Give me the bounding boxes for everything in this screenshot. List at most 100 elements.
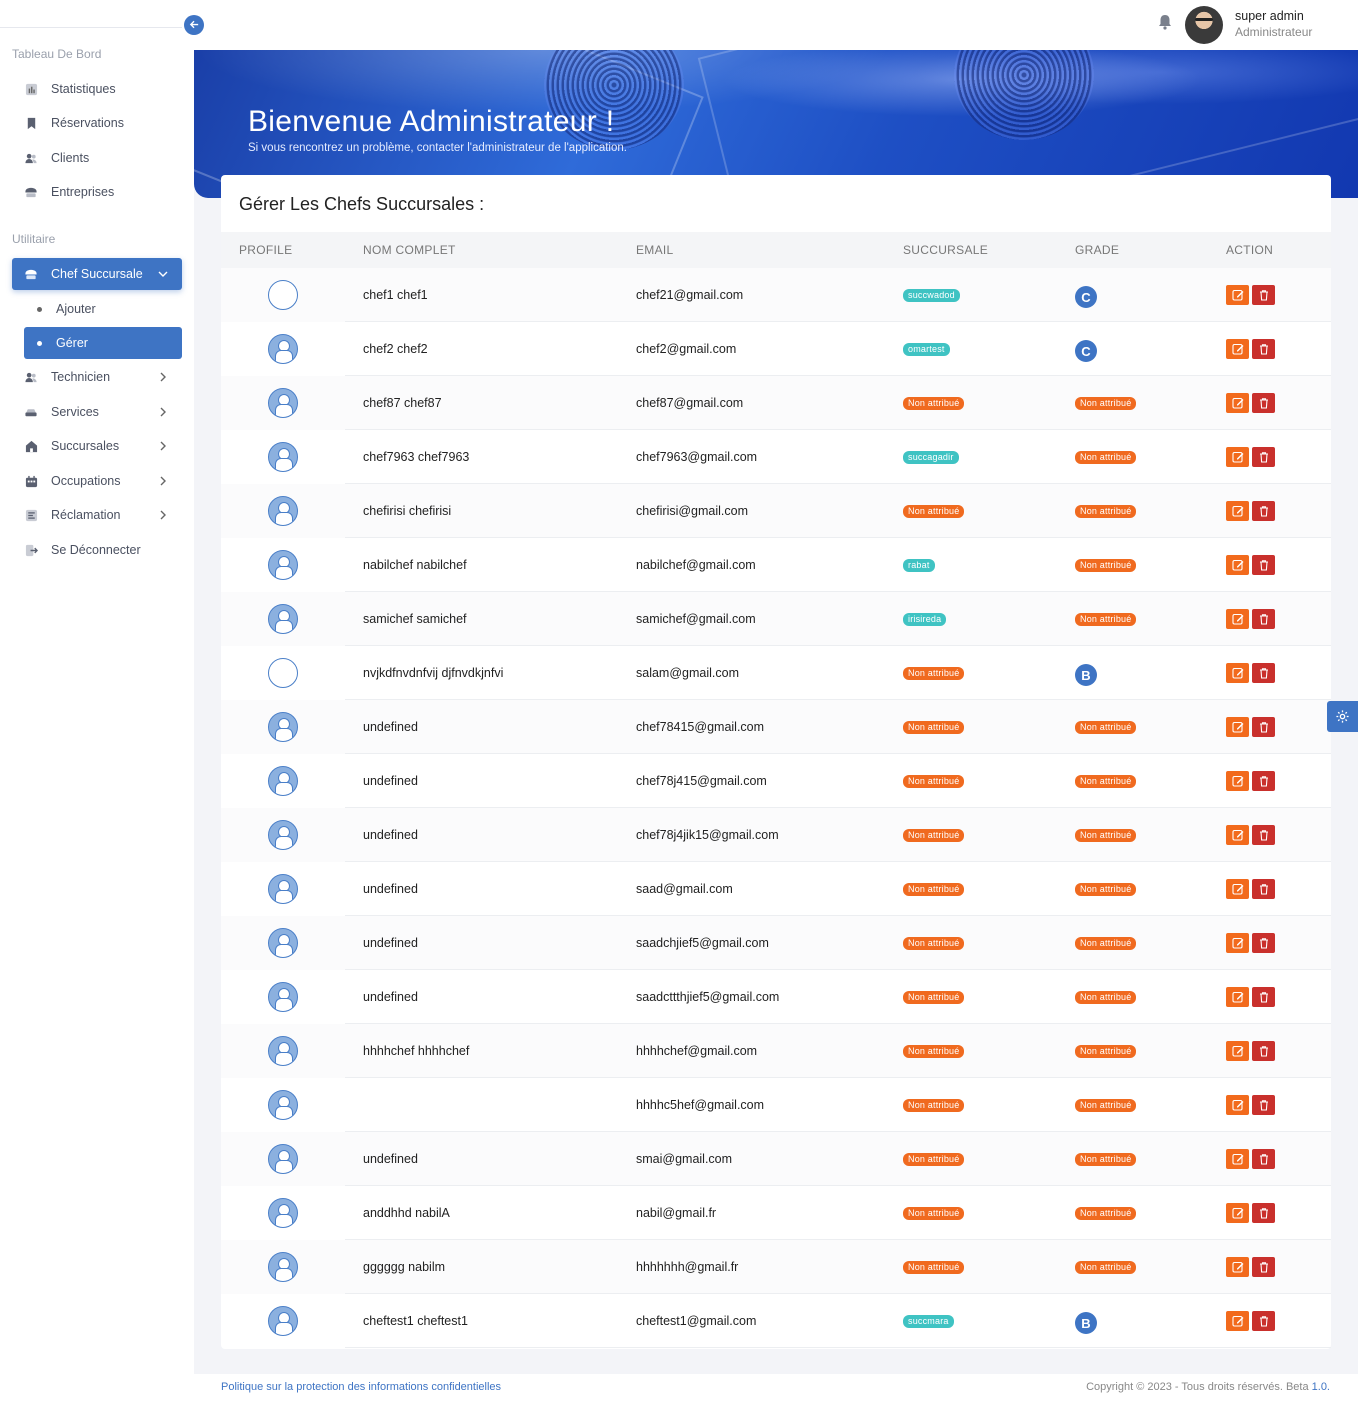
edit-button[interactable] (1226, 987, 1249, 1007)
edit-button[interactable] (1226, 1203, 1249, 1223)
banner-title: Bienvenue Administrateur ! (248, 105, 615, 138)
avatar (268, 1036, 298, 1066)
collapse-sidebar-button[interactable] (184, 15, 204, 35)
email-cell: chef78415@gmail.com (636, 720, 765, 734)
grade-badge: B (1075, 664, 1097, 686)
edit-button[interactable] (1226, 609, 1249, 629)
delete-button[interactable] (1252, 555, 1275, 575)
delete-button[interactable] (1252, 609, 1275, 629)
edit-button[interactable] (1226, 339, 1249, 359)
sidebar-item-entreprises[interactable]: Entreprises (12, 176, 182, 208)
delete-button[interactable] (1252, 1257, 1275, 1277)
edit-button[interactable] (1226, 771, 1249, 791)
bullet-icon (37, 340, 42, 346)
sidebar-item-statistiques[interactable]: Statistiques (12, 73, 182, 105)
sidebar-item-clients[interactable]: Clients (12, 142, 182, 174)
table-row: undefined saad@gmail.com Non attribué No… (221, 862, 1331, 916)
succursale-cell: Non attribué (903, 1024, 965, 1078)
user-name[interactable]: super admin (1235, 9, 1304, 23)
sidebar-subitem-gerer[interactable]: Gérer (24, 327, 182, 359)
sidebar-subitem-ajouter[interactable]: Ajouter (24, 293, 182, 325)
sidebar-item-succursales[interactable]: Succursales (12, 430, 182, 462)
delete-button[interactable] (1252, 285, 1275, 305)
email-cell: chef2@gmail.com (636, 342, 737, 356)
sidebar-item-reservations[interactable]: Réservations (12, 107, 182, 139)
delete-button[interactable] (1252, 1311, 1275, 1331)
action-cell (1226, 754, 1278, 808)
grade-cell: Non attribué (1075, 754, 1137, 808)
profile-cell (267, 376, 299, 430)
avatar (268, 874, 298, 904)
delete-button[interactable] (1252, 879, 1275, 899)
delete-button[interactable] (1252, 1149, 1275, 1169)
table-row: chef87 chef87 chef87@gmail.com Non attri… (221, 376, 1331, 430)
privacy-policy-link[interactable]: Politique sur la protection des informat… (221, 1381, 501, 1393)
chevron-right-icon (158, 370, 168, 385)
succursale-badge: Non attribué (903, 774, 965, 788)
edit-button[interactable] (1226, 1149, 1249, 1169)
succursale-cell: irisireda (903, 592, 947, 646)
edit-button[interactable] (1226, 1311, 1249, 1331)
delete-button[interactable] (1252, 339, 1275, 359)
column-header-email: EMAIL (636, 243, 674, 257)
bell-icon[interactable] (1158, 14, 1172, 30)
delete-button[interactable] (1252, 393, 1275, 413)
edit-button[interactable] (1226, 555, 1249, 575)
delete-button[interactable] (1252, 663, 1275, 683)
delete-button[interactable] (1252, 1041, 1275, 1061)
avatar (268, 928, 298, 958)
edit-button[interactable] (1226, 1041, 1249, 1061)
grade-cell: Non attribué (1075, 1186, 1137, 1240)
name-cell: cheftest1 cheftest1 (363, 1314, 468, 1328)
edit-icon (1231, 397, 1244, 409)
avatar (268, 1090, 298, 1120)
sidebar-divider (0, 27, 182, 28)
edit-button[interactable] (1226, 717, 1249, 737)
edit-button[interactable] (1226, 933, 1249, 953)
edit-button[interactable] (1226, 879, 1249, 899)
sidebar-item-logout[interactable]: Se Déconnecter (12, 534, 182, 566)
delete-button[interactable] (1252, 825, 1275, 845)
delete-button[interactable] (1252, 1203, 1275, 1223)
edit-button[interactable] (1226, 1257, 1249, 1277)
delete-button[interactable] (1252, 933, 1275, 953)
edit-icon (1231, 1207, 1244, 1219)
profile-cell (267, 484, 299, 538)
action-cell (1226, 268, 1278, 322)
delete-button[interactable] (1252, 717, 1275, 737)
edit-button[interactable] (1226, 663, 1249, 683)
table-row: chefirisi chefirisi chefirisi@gmail.com … (221, 484, 1331, 538)
grade-badge: Non attribué (1075, 1044, 1137, 1058)
delete-button[interactable] (1252, 447, 1275, 467)
edit-icon (1231, 829, 1244, 841)
table-row: chef1 chef1 chef21@gmail.com succwadod C (221, 268, 1331, 322)
profile-cell (267, 862, 299, 916)
edit-icon (1231, 451, 1244, 463)
edit-button[interactable] (1226, 825, 1249, 845)
edit-button[interactable] (1226, 447, 1249, 467)
trash-icon (1258, 289, 1270, 301)
edit-button[interactable] (1226, 393, 1249, 413)
delete-button[interactable] (1252, 771, 1275, 791)
trash-icon (1258, 1099, 1270, 1111)
sidebar-item-technicien[interactable]: Technicien (12, 361, 182, 393)
edit-button[interactable] (1226, 285, 1249, 305)
settings-button[interactable] (1327, 701, 1358, 732)
edit-button[interactable] (1226, 1095, 1249, 1115)
delete-button[interactable] (1252, 501, 1275, 521)
delete-button[interactable] (1252, 1095, 1275, 1115)
sidebar-item-chef-succursale[interactable]: Chef Succursale (12, 258, 182, 290)
sidebar-item-reclamation[interactable]: Réclamation (12, 499, 182, 531)
succursale-cell: Non attribué (903, 754, 965, 808)
edit-icon (1231, 721, 1244, 733)
email-cell: saadcttthjief5@gmail.com (636, 990, 780, 1004)
sidebar-item-services[interactable]: Services (12, 396, 182, 428)
grade-cell: Non attribué (1075, 484, 1137, 538)
sidebar-subitem-label: Ajouter (56, 302, 96, 316)
delete-button[interactable] (1252, 987, 1275, 1007)
grade-cell: C (1075, 268, 1097, 322)
sidebar-item-occupations[interactable]: Occupations (12, 465, 182, 497)
edit-button[interactable] (1226, 501, 1249, 521)
profile-cell (267, 916, 299, 970)
avatar[interactable] (1185, 6, 1223, 44)
